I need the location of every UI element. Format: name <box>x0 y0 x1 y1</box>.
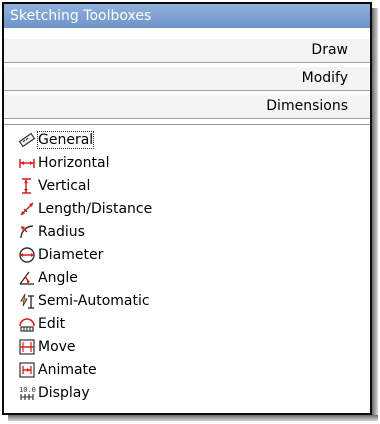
tool-diameter[interactable]: Diameter <box>18 244 103 266</box>
tool-general[interactable]: General <box>18 129 95 151</box>
window-shadow-right <box>372 8 378 419</box>
tool-label: Angle <box>38 270 78 286</box>
angle-icon <box>18 269 36 287</box>
tool-label: Edit <box>38 316 66 332</box>
edit-icon <box>18 315 36 333</box>
move-icon <box>18 338 36 356</box>
svg-text:10.0: 10.0 <box>19 386 36 394</box>
display-icon: 10.0 <box>18 384 36 402</box>
semi-automatic-icon <box>18 292 36 310</box>
section-modify[interactable]: Modify <box>4 66 370 91</box>
panel-title: Sketching Toolboxes <box>4 4 370 28</box>
section-draw[interactable]: Draw <box>4 38 370 63</box>
tool-move[interactable]: Move <box>18 336 76 358</box>
tool-horizontal[interactable]: Horizontal <box>18 152 109 174</box>
tool-label: Semi-Automatic <box>38 293 150 309</box>
diameter-icon <box>18 246 36 264</box>
length-distance-icon <box>18 200 36 218</box>
tool-edit[interactable]: Edit <box>18 313 65 335</box>
radius-icon <box>18 223 36 241</box>
tool-display[interactable]: 10.0 Display <box>18 382 90 404</box>
section-dimensions[interactable]: Dimensions <box>4 94 370 119</box>
tool-label: Vertical <box>38 178 91 194</box>
tool-label: Display <box>38 385 90 401</box>
tool-radius[interactable]: Radius <box>18 221 85 243</box>
tool-length-distance[interactable]: Length/Distance <box>18 198 152 220</box>
tool-label: General <box>36 131 95 149</box>
tool-animate[interactable]: Animate <box>18 359 97 381</box>
tool-label: Radius <box>38 224 85 240</box>
tool-label: Animate <box>38 362 97 378</box>
general-icon <box>18 131 36 149</box>
dimensions-tool-list: General Horizontal Vertical Length/Dista… <box>4 124 370 414</box>
tool-label: Move <box>38 339 76 355</box>
tool-label: Length/Distance <box>38 201 153 217</box>
tool-semi-automatic[interactable]: Semi-Automatic <box>18 290 150 312</box>
tool-vertical[interactable]: Vertical <box>18 175 90 197</box>
vertical-icon <box>18 177 36 195</box>
sketching-toolboxes-panel: Sketching Toolboxes Draw Modify Dimensio… <box>2 2 372 415</box>
tool-angle[interactable]: Angle <box>18 267 78 289</box>
window-shadow-bottom <box>8 415 378 421</box>
animate-icon <box>18 361 36 379</box>
horizontal-icon <box>18 154 36 172</box>
tool-label: Diameter <box>38 247 104 263</box>
tool-label: Horizontal <box>38 155 110 171</box>
